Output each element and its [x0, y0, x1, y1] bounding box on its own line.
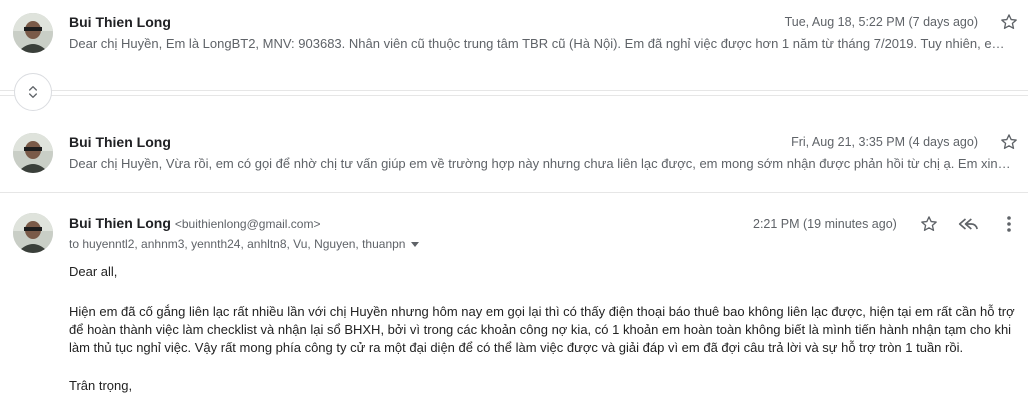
reply-icon[interactable]: [956, 212, 980, 236]
star-icon[interactable]: [917, 212, 941, 236]
star-icon[interactable]: [999, 132, 1019, 152]
divider: [0, 192, 1028, 193]
message-date: Tue, Aug 18, 5:22 PM (7 days ago): [784, 15, 978, 29]
expand-messages-button[interactable]: [14, 73, 52, 111]
message-paragraph: Hiện em đã cố gắng liên lạc rất nhiều lầ…: [69, 303, 1019, 357]
recipients-text: to huyenntl2, anhnm3, yennth24, anhltn8,…: [69, 237, 406, 251]
divider: [0, 95, 1028, 96]
sender-email: <buithienlong@gmail.com>: [174, 217, 321, 231]
message-date: 2:21 PM (19 minutes ago): [753, 217, 897, 231]
avatar: [13, 13, 53, 53]
message-date: Fri, Aug 21, 3:35 PM (4 days ago): [791, 135, 978, 149]
show-details-icon[interactable]: [411, 242, 420, 248]
avatar: [13, 213, 53, 253]
avatar: [13, 133, 53, 173]
message-greeting: Dear all,: [69, 264, 118, 279]
recipients-line[interactable]: to huyenntl2, anhnm3, yennth24, anhltn8,…: [69, 237, 420, 251]
paragraph-line: để hoàn thành việc làm checklist và nhận…: [69, 322, 1012, 337]
sender-name: Bui Thien Long: [69, 14, 171, 30]
message-snippet: Dear chị Huyền, Vừa rồi, em có gọi để nh…: [69, 156, 1014, 171]
sender-name: Bui Thien Long: [69, 134, 171, 150]
more-vert-icon[interactable]: [997, 212, 1021, 236]
divider: [0, 90, 1028, 91]
star-icon[interactable]: [999, 12, 1019, 32]
collapsed-message-2[interactable]: Bui Thien Long Fri, Aug 21, 3:35 PM (4 d…: [0, 120, 1028, 192]
message-closing: Trân trọng,: [69, 378, 133, 393]
collapsed-message-1[interactable]: Bui Thien Long Tue, Aug 18, 5:22 PM (7 d…: [0, 0, 1028, 62]
paragraph-line: Hiện em đã cố gắng liên lạc rất nhiều lầ…: [69, 304, 1015, 319]
sender-name-text: Bui Thien Long: [69, 215, 171, 231]
sender-name: Bui Thien Long <buithienlong@gmail.com>: [69, 215, 320, 231]
message-snippet: Dear chị Huyền, Em là LongBT2, MNV: 9036…: [69, 36, 1014, 51]
unfold-more-icon: [28, 86, 37, 98]
paragraph-line: làm thủ tục nghỉ việc. Vậy rất mong phía…: [69, 340, 964, 355]
